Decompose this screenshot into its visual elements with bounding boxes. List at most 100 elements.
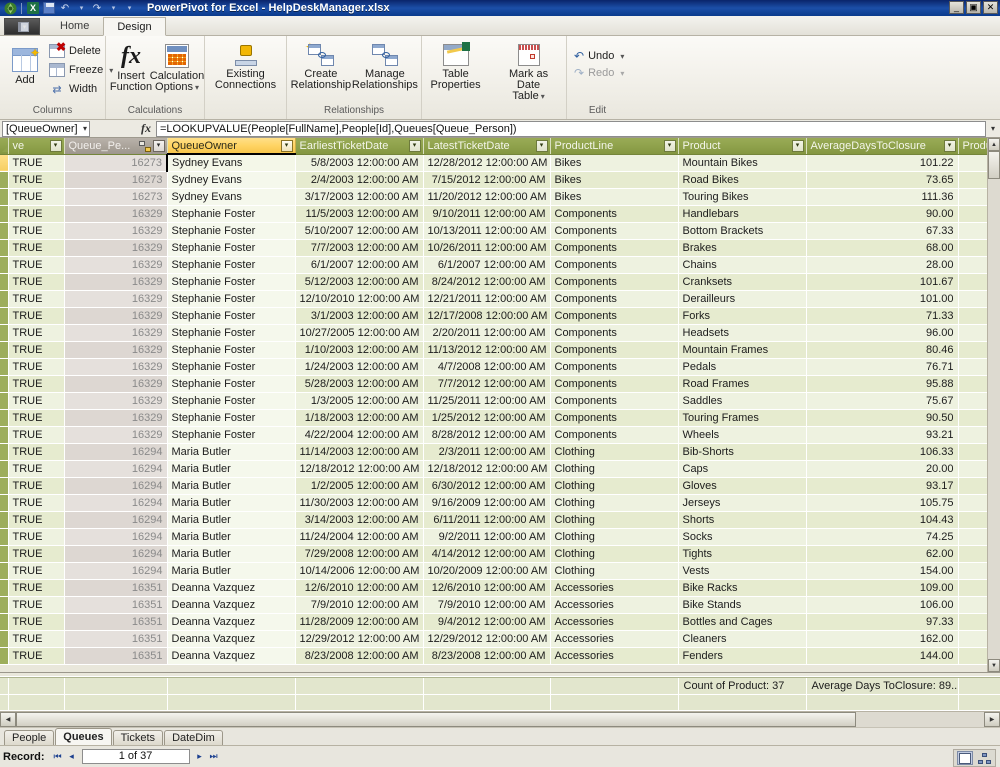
row-header[interactable]: [0, 358, 9, 376]
sheet-tab-queues[interactable]: Queues: [55, 728, 112, 745]
measure-cell-empty-1[interactable]: [8, 678, 65, 695]
cell-earliest[interactable]: 5/28/2003 12:00:00 AM: [295, 375, 424, 393]
cell-product[interactable]: Forks: [678, 307, 807, 325]
cell-avg_days[interactable]: 76.71: [806, 358, 959, 376]
cell-latest[interactable]: 7/9/2010 12:00:00 AM: [423, 596, 551, 614]
measure-cell2-4[interactable]: [295, 694, 424, 711]
cell-queue_owner[interactable]: Maria Butler: [167, 545, 296, 563]
file-menu-button[interactable]: ▾: [4, 18, 40, 35]
cell-product[interactable]: Vests: [678, 562, 807, 580]
cell-product_line[interactable]: Components: [550, 222, 679, 240]
cell-product[interactable]: Bike Stands: [678, 596, 807, 614]
cell-queue_owner[interactable]: Stephanie Foster: [167, 392, 296, 410]
cell-queue_owner[interactable]: Stephanie Foster: [167, 426, 296, 444]
row-header[interactable]: [0, 494, 9, 512]
first-record-button[interactable]: ⏮: [51, 750, 65, 764]
cell-latest[interactable]: 11/25/2011 12:00:00 AM: [423, 392, 551, 410]
cell-earliest[interactable]: 12/10/2010 12:00:00 AM: [295, 290, 424, 308]
cell-product_line[interactable]: Components: [550, 409, 679, 427]
measure-cell-empty-4[interactable]: [295, 678, 424, 695]
filter-dropdown-icon[interactable]: ▾: [791, 140, 804, 152]
cell-product_line[interactable]: Accessories: [550, 613, 679, 631]
next-record-button[interactable]: ▸: [193, 750, 207, 764]
cell-earliest[interactable]: 12/18/2012 12:00:00 AM: [295, 460, 424, 478]
cell-queue_person[interactable]: 16294: [64, 460, 168, 478]
cell-product_line[interactable]: Components: [550, 307, 679, 325]
cell-active[interactable]: TRUE: [8, 256, 65, 274]
cell-avg_days[interactable]: 71.33: [806, 307, 959, 325]
cell-active[interactable]: TRUE: [8, 222, 65, 240]
table-row[interactable]: TRUE 16294 Maria Butler 10/14/2006 12:00:00…: [0, 562, 987, 580]
cell-product[interactable]: Headsets: [678, 324, 807, 342]
measure-cell2-9[interactable]: [958, 694, 1000, 711]
table-row[interactable]: TRUE 16329 Stephanie Foster 7/7/2003 12:00:…: [0, 239, 987, 257]
cell-product_line[interactable]: Accessories: [550, 630, 679, 648]
column-header-product_line[interactable]: ProductLine ▾: [550, 138, 679, 155]
cell-product[interactable]: Touring Frames: [678, 409, 807, 427]
cell-active[interactable]: TRUE: [8, 375, 65, 393]
tab-design[interactable]: Design: [103, 17, 166, 36]
table-row[interactable]: TRUE 16294 Maria Butler 7/29/2008 12:00:00 …: [0, 545, 987, 563]
row-header[interactable]: [0, 171, 9, 189]
cell-earliest[interactable]: 7/29/2008 12:00:00 AM: [295, 545, 424, 563]
cell-active[interactable]: TRUE: [8, 647, 65, 665]
row-header[interactable]: [0, 460, 9, 478]
cell-product_more[interactable]: [958, 426, 987, 444]
cell-avg_days[interactable]: 80.46: [806, 341, 959, 359]
sheet-tab-datedim[interactable]: DateDim: [164, 730, 223, 745]
measure-cell2-6[interactable]: [550, 694, 679, 711]
record-number-input[interactable]: 1 of 37: [81, 749, 190, 764]
cell-product[interactable]: Brakes: [678, 239, 807, 257]
cell-earliest[interactable]: 1/3/2005 12:00:00 AM: [295, 392, 424, 410]
cell-queue_owner[interactable]: Stephanie Foster: [167, 205, 296, 223]
table-row[interactable]: TRUE 16351 Deanna Vazquez 12/29/2012 12:00:…: [0, 630, 987, 648]
cell-product[interactable]: Road Bikes: [678, 171, 807, 189]
cell-product[interactable]: Handlebars: [678, 205, 807, 223]
cell-avg_days[interactable]: 93.21: [806, 426, 959, 444]
cell-queue_owner[interactable]: Stephanie Foster: [167, 290, 296, 308]
cell-product_more[interactable]: [958, 579, 987, 597]
column-header-queue_person[interactable]: Queue_Pe... ▾: [64, 138, 168, 155]
cell-avg_days[interactable]: 105.75: [806, 494, 959, 512]
cell-earliest[interactable]: 10/27/2005 12:00:00 AM: [295, 324, 424, 342]
cell-latest[interactable]: 9/10/2011 12:00:00 AM: [423, 205, 551, 223]
row-header[interactable]: [0, 647, 9, 665]
table-properties-button[interactable]: Table Properties: [426, 41, 485, 94]
cell-earliest[interactable]: 11/24/2004 12:00:00 AM: [295, 528, 424, 546]
cell-product[interactable]: Shorts: [678, 511, 807, 529]
vertical-scroll-thumb[interactable]: [988, 151, 1000, 179]
cell-latest[interactable]: 8/23/2008 12:00:00 AM: [423, 647, 551, 665]
cell-queue_owner[interactable]: Stephanie Foster: [167, 375, 296, 393]
cell-earliest[interactable]: 11/5/2003 12:00:00 AM: [295, 205, 424, 223]
row-header[interactable]: [0, 562, 9, 580]
cell-active[interactable]: TRUE: [8, 443, 65, 461]
cell-product_more[interactable]: [958, 460, 987, 478]
cell-product_more[interactable]: [958, 562, 987, 580]
formula-input[interactable]: =LOOKUPVALUE(People[FullName],People[Id]…: [156, 120, 986, 137]
cell-product[interactable]: Caps: [678, 460, 807, 478]
cell-queue_person[interactable]: 16273: [64, 171, 168, 189]
cell-queue_owner[interactable]: Maria Butler: [167, 528, 296, 546]
cell-earliest[interactable]: 5/10/2007 12:00:00 AM: [295, 222, 424, 240]
redo-button[interactable]: ↷ Redo ▾: [571, 65, 629, 81]
cell-queue_person[interactable]: 16329: [64, 239, 168, 257]
row-header[interactable]: [0, 443, 9, 461]
row-header[interactable]: [0, 630, 9, 648]
cell-latest[interactable]: 10/13/2011 12:00:00 AM: [423, 222, 551, 240]
table-row[interactable]: TRUE 16329 Stephanie Foster 12/10/2010 12:0…: [0, 290, 987, 308]
cell-product_line[interactable]: Clothing: [550, 460, 679, 478]
measure-cell2-1[interactable]: [8, 694, 65, 711]
cell-avg_days[interactable]: 101.00: [806, 290, 959, 308]
cell-queue_person[interactable]: 16351: [64, 613, 168, 631]
row-header[interactable]: [0, 154, 9, 172]
cell-active[interactable]: TRUE: [8, 273, 65, 291]
cell-product_more[interactable]: [958, 528, 987, 546]
cell-queue_owner[interactable]: Stephanie Foster: [167, 358, 296, 376]
cell-queue_person[interactable]: 16294: [64, 545, 168, 563]
cell-active[interactable]: TRUE: [8, 562, 65, 580]
row-header[interactable]: [0, 222, 9, 240]
cell-product_more[interactable]: [958, 256, 987, 274]
cell-earliest[interactable]: 10/14/2006 12:00:00 AM: [295, 562, 424, 580]
cell-queue_owner[interactable]: Deanna Vazquez: [167, 647, 296, 665]
column-header-earliest[interactable]: EarliestTicketDate ▾: [295, 138, 424, 155]
